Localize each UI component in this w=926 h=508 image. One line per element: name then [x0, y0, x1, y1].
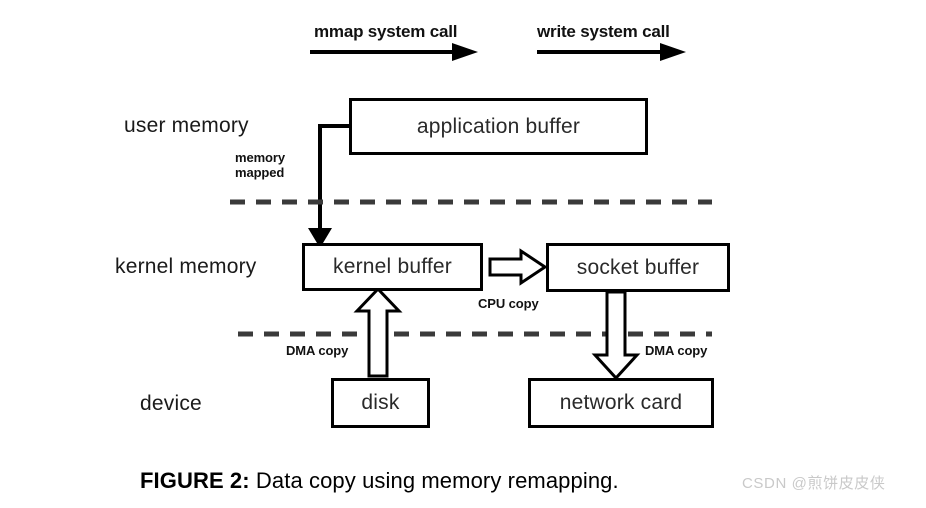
socket-buffer-label: socket buffer — [576, 255, 700, 279]
network-card-label: network card — [559, 391, 683, 414]
write-system-call-arrow — [537, 43, 686, 61]
dma-copy-left-arrow — [353, 286, 403, 378]
csdn-watermark: CSDN @煎饼皮皮侠 — [742, 475, 886, 492]
figure-caption-prefix: FIGURE 2: — [140, 468, 250, 493]
figure-container: mmap system call write system call user … — [0, 0, 926, 508]
row-label-user-memory: user memory — [124, 114, 249, 137]
row-label-kernel-memory: kernel memory — [115, 255, 257, 278]
application-buffer-box[interactable]: application buffer — [349, 98, 648, 155]
application-buffer-label: application buffer — [416, 114, 581, 138]
write-system-call-label: write system call — [537, 22, 670, 41]
disk-box[interactable]: disk — [331, 378, 430, 428]
memory-mapped-connector-arrow — [308, 124, 349, 248]
mmap-system-call-label: mmap system call — [314, 22, 458, 41]
cpu-copy-arrow — [488, 248, 548, 286]
dma-copy-left-annotation: DMA copy — [286, 343, 349, 358]
memory-mapped-annotation: memory mapped — [235, 150, 285, 181]
disk-label: disk — [361, 391, 400, 414]
kernel-buffer-box[interactable]: kernel buffer — [302, 243, 483, 291]
figure-caption-text: Data copy using memory remapping. — [255, 468, 619, 493]
cpu-copy-annotation: CPU copy — [478, 296, 539, 311]
kernel-buffer-label: kernel buffer — [333, 255, 452, 278]
mmap-system-call-arrow — [310, 43, 478, 61]
network-card-box[interactable]: network card — [528, 378, 714, 428]
memory-mapped-line-2: mapped — [235, 165, 285, 181]
memory-mapped-line-1: memory — [235, 150, 285, 165]
row-label-device: device — [140, 392, 202, 415]
dma-copy-right-annotation: DMA copy — [645, 343, 708, 358]
figure-caption: FIGURE 2: Data copy using memory remappi… — [140, 468, 619, 494]
socket-buffer-box[interactable]: socket buffer — [546, 243, 730, 292]
